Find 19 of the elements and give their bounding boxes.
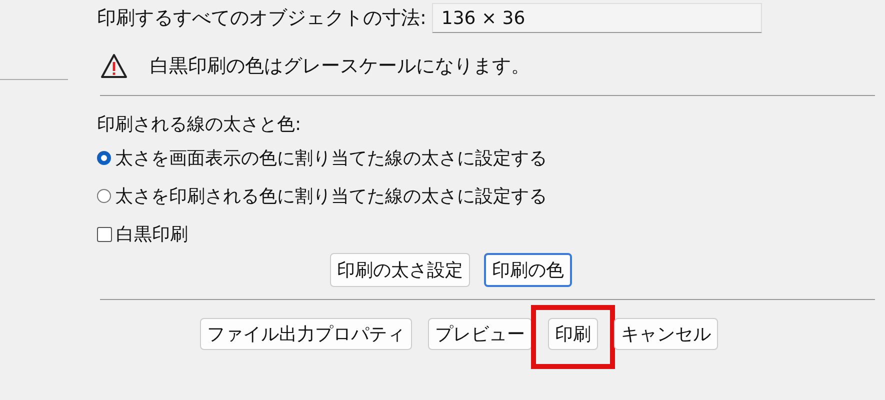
checkbox-label: 白黒印刷 — [116, 223, 188, 246]
settings-button[interactable]: 印刷の太さ設定 — [330, 253, 470, 287]
radio-option[interactable]: 太さを印刷される色に割り当てた線の太さに設定する — [97, 180, 875, 212]
radio-option[interactable]: 太さを画面表示の色に割り当てた線の太さに設定する — [97, 142, 875, 174]
radio-button[interactable] — [97, 151, 111, 165]
radio-button[interactable] — [97, 189, 111, 203]
dimensions-field[interactable]: 136 × 36 — [432, 3, 762, 33]
dialog-button[interactable]: 印刷 — [548, 318, 598, 350]
dialog-button[interactable]: キャンセル — [614, 318, 718, 350]
warning-message: 白黒印刷の色はグレースケールになります。 — [150, 54, 530, 79]
checkbox[interactable] — [97, 226, 112, 242]
dialog-button[interactable]: プレビュー — [428, 318, 532, 350]
dialog-button[interactable]: ファイル出力プロパティ — [200, 318, 412, 350]
settings-button[interactable]: 印刷の色 — [484, 253, 572, 287]
dimensions-label: 印刷するすべてのオブジェクトの寸法: — [97, 6, 426, 31]
warning-icon — [100, 53, 128, 79]
radio-label: 太さを印刷される色に割り当てた線の太さに設定する — [115, 185, 547, 208]
section-heading: 印刷される線の太さと色: — [97, 113, 302, 136]
radio-label: 太さを画面表示の色に割り当てた線の太さに設定する — [115, 147, 547, 170]
